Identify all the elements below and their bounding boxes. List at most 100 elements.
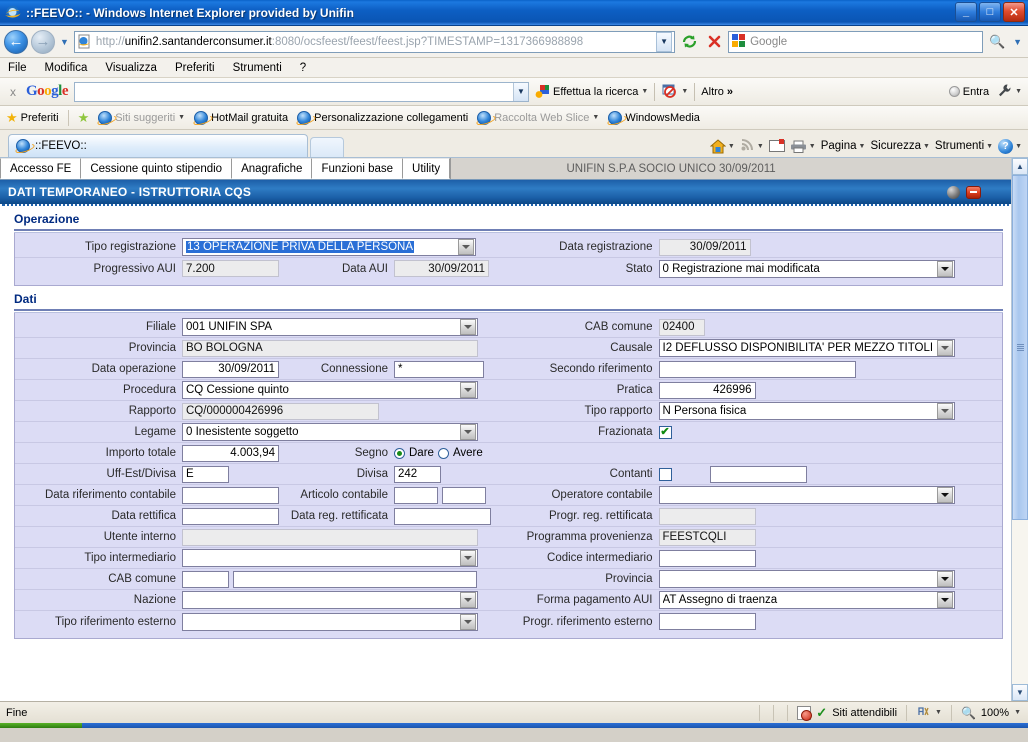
tipo-registrazione-select[interactable]: 13 OPERAZIONE PRIVA DELLA PERSONA bbox=[182, 238, 476, 256]
nazione-select[interactable] bbox=[182, 591, 478, 609]
chevron-down-icon[interactable] bbox=[460, 613, 476, 630]
scroll-up-button[interactable]: ▲ bbox=[1012, 158, 1028, 175]
cab-comune-bottom-value-2[interactable] bbox=[233, 570, 477, 588]
divisa-value[interactable]: 242 bbox=[394, 465, 441, 483]
compatibility-view-icon[interactable] bbox=[916, 705, 930, 721]
help-menu-button[interactable]: ? ▼ bbox=[998, 138, 1022, 154]
codice-intermediario-value[interactable] bbox=[658, 549, 756, 567]
chevron-down-icon[interactable] bbox=[460, 319, 476, 335]
google-settings-button[interactable]: ▼ bbox=[997, 83, 1022, 101]
zoom-level[interactable]: 100% bbox=[981, 707, 1009, 719]
google-search-button[interactable]: Effettua la ricerca ▼ bbox=[535, 84, 648, 99]
recent-pages-chevron-down-icon[interactable]: ▼ bbox=[58, 37, 71, 47]
menu-item-preferiti[interactable]: Preferiti bbox=[175, 62, 215, 74]
chevron-down-icon[interactable] bbox=[936, 571, 953, 587]
google-search-chevron-down-icon[interactable]: ▼ bbox=[641, 88, 648, 95]
favorites-item-siti-suggeriti[interactable]: Siti suggeriti ▼ bbox=[98, 110, 185, 125]
help-ball-icon[interactable] bbox=[947, 185, 960, 199]
app-tab-anagrafiche[interactable]: Anagrafiche bbox=[232, 158, 313, 179]
page-chevron-down-icon[interactable]: ▼ bbox=[859, 143, 866, 150]
toolbar-close-icon[interactable]: x bbox=[6, 85, 20, 99]
minimize-button[interactable]: _ bbox=[955, 2, 977, 22]
address-chevron-down-icon[interactable]: ▼ bbox=[656, 31, 673, 52]
popup-blocker-button[interactable]: ▼ bbox=[661, 83, 688, 101]
data-operazione-value[interactable]: 30/09/2011 bbox=[182, 360, 279, 378]
chevron-down-icon[interactable] bbox=[460, 382, 476, 398]
feeds-chevron-down-icon[interactable]: ▼ bbox=[757, 143, 764, 150]
chevron-down-icon[interactable] bbox=[936, 260, 953, 277]
page-scrollbar-vertical[interactable]: ▲ ▼ bbox=[1011, 158, 1028, 701]
segno-radio-avere[interactable] bbox=[437, 447, 449, 459]
procedura-select[interactable]: CQ Cessione quinto bbox=[182, 381, 478, 399]
google-more-button[interactable]: Altro » bbox=[701, 86, 733, 98]
data-reg-rettificata-value[interactable] bbox=[394, 507, 491, 525]
chevron-down-icon[interactable] bbox=[936, 403, 953, 419]
compatibility-chevron-down-icon[interactable]: ▼ bbox=[935, 709, 942, 716]
contanti-checkbox[interactable] bbox=[658, 467, 672, 481]
new-tab-button[interactable] bbox=[310, 137, 344, 157]
secondo-riferimento-value[interactable] bbox=[658, 360, 856, 378]
app-tab-utility[interactable]: Utility bbox=[403, 158, 451, 179]
print-button[interactable]: ▼ bbox=[790, 140, 816, 153]
security-zone-label[interactable]: Siti attendibili bbox=[832, 707, 897, 719]
privacy-report-icon[interactable] bbox=[797, 705, 813, 721]
close-form-button[interactable] bbox=[966, 185, 981, 199]
search-provider-chevron-down-icon[interactable]: ▼ bbox=[1011, 37, 1024, 47]
start-button[interactable] bbox=[0, 723, 82, 728]
tools-menu-button[interactable]: Strumenti ▼ bbox=[935, 140, 993, 152]
magnifier-icon[interactable]: 🔍 bbox=[961, 706, 976, 720]
chevron-down-icon[interactable] bbox=[936, 487, 953, 503]
segno-radio-dare[interactable] bbox=[394, 447, 405, 459]
causale-select[interactable]: I2 DEFLUSSO DISPONIBILITA' PER MEZZO TIT… bbox=[658, 339, 955, 357]
google-settings-chevron-down-icon[interactable]: ▼ bbox=[1015, 88, 1022, 95]
favorites-item-hotmail[interactable]: HotMail gratuita bbox=[194, 110, 288, 125]
chevron-down-icon[interactable] bbox=[460, 424, 476, 440]
chevron-down-icon[interactable] bbox=[936, 592, 953, 608]
uff-est-divisa-value[interactable]: E bbox=[182, 465, 229, 483]
security-menu-button[interactable]: Sicurezza ▼ bbox=[870, 140, 929, 152]
data-riferimento-contabile-value[interactable] bbox=[182, 486, 279, 504]
address-bar[interactable]: http://unifin2.santanderconsumer.it:8080… bbox=[73, 30, 676, 53]
page-menu-button[interactable]: Pagina ▼ bbox=[821, 140, 866, 152]
tipo-rapporto-select[interactable]: N Persona fisica bbox=[658, 402, 955, 420]
menu-item-strumenti[interactable]: Strumenti bbox=[233, 62, 282, 74]
scroll-down-button[interactable]: ▼ bbox=[1012, 684, 1028, 701]
scrollbar-track[interactable] bbox=[1012, 175, 1028, 684]
forward-button[interactable]: → bbox=[31, 29, 55, 54]
google-input-chevron-down-icon[interactable]: ▼ bbox=[513, 82, 529, 101]
chevron-down-icon[interactable]: ▼ bbox=[178, 114, 185, 121]
chevron-down-icon[interactable] bbox=[936, 340, 953, 356]
tools-chevron-down-icon[interactable]: ▼ bbox=[986, 143, 993, 150]
scrollbar-thumb[interactable] bbox=[1012, 175, 1028, 520]
google-search-input[interactable]: ▼ bbox=[74, 81, 530, 102]
forma-pagamento-aui-select[interactable]: AT Assegno di traenza bbox=[658, 591, 955, 609]
operatore-contabile-select[interactable] bbox=[658, 486, 955, 504]
search-input-placeholder[interactable]: Google bbox=[750, 36, 787, 48]
mail-button[interactable] bbox=[768, 139, 785, 152]
data-rettifica-value[interactable] bbox=[182, 507, 279, 525]
provincia-bottom-select[interactable] bbox=[658, 570, 955, 588]
back-button[interactable]: ← bbox=[4, 29, 28, 54]
security-chevron-down-icon[interactable]: ▼ bbox=[923, 143, 930, 150]
zoom-chevron-down-icon[interactable]: ▼ bbox=[1014, 709, 1021, 716]
feeds-button[interactable]: ▼ bbox=[740, 137, 764, 155]
legame-select[interactable]: 0 Inesistente soggetto bbox=[182, 423, 478, 441]
app-tab-cessione-quinto-stipendio[interactable]: Cessione quinto stipendio bbox=[81, 158, 233, 179]
home-chevron-down-icon[interactable]: ▼ bbox=[728, 143, 735, 150]
add-to-favorites-bar-icon[interactable]: ★ bbox=[78, 110, 90, 126]
favorites-item-windowsmedia[interactable]: WindowsMedia bbox=[608, 110, 700, 125]
menu-item-help[interactable]: ? bbox=[300, 62, 306, 74]
maximize-button[interactable]: □ bbox=[979, 2, 1001, 22]
menu-item-modifica[interactable]: Modifica bbox=[45, 62, 88, 74]
refresh-icon[interactable] bbox=[678, 31, 700, 53]
importo-totale-value[interactable]: 4.003,94 bbox=[182, 444, 279, 462]
favorites-button[interactable]: ★ Preferiti bbox=[6, 110, 59, 126]
help-chevron-down-icon[interactable]: ▼ bbox=[1015, 143, 1022, 150]
search-box[interactable]: Google bbox=[728, 30, 984, 53]
progr-riferimento-esterno-value[interactable] bbox=[658, 613, 756, 630]
app-tab-funzioni-base[interactable]: Funzioni base bbox=[312, 158, 404, 179]
chevron-down-icon[interactable] bbox=[460, 592, 476, 608]
frazionata-checkbox[interactable]: ✔ bbox=[658, 425, 672, 439]
favorites-item-web-slice[interactable]: Raccolta Web Slice ▼ bbox=[477, 110, 599, 125]
filiale-select[interactable]: 001 UNIFIN SPA bbox=[182, 318, 478, 336]
